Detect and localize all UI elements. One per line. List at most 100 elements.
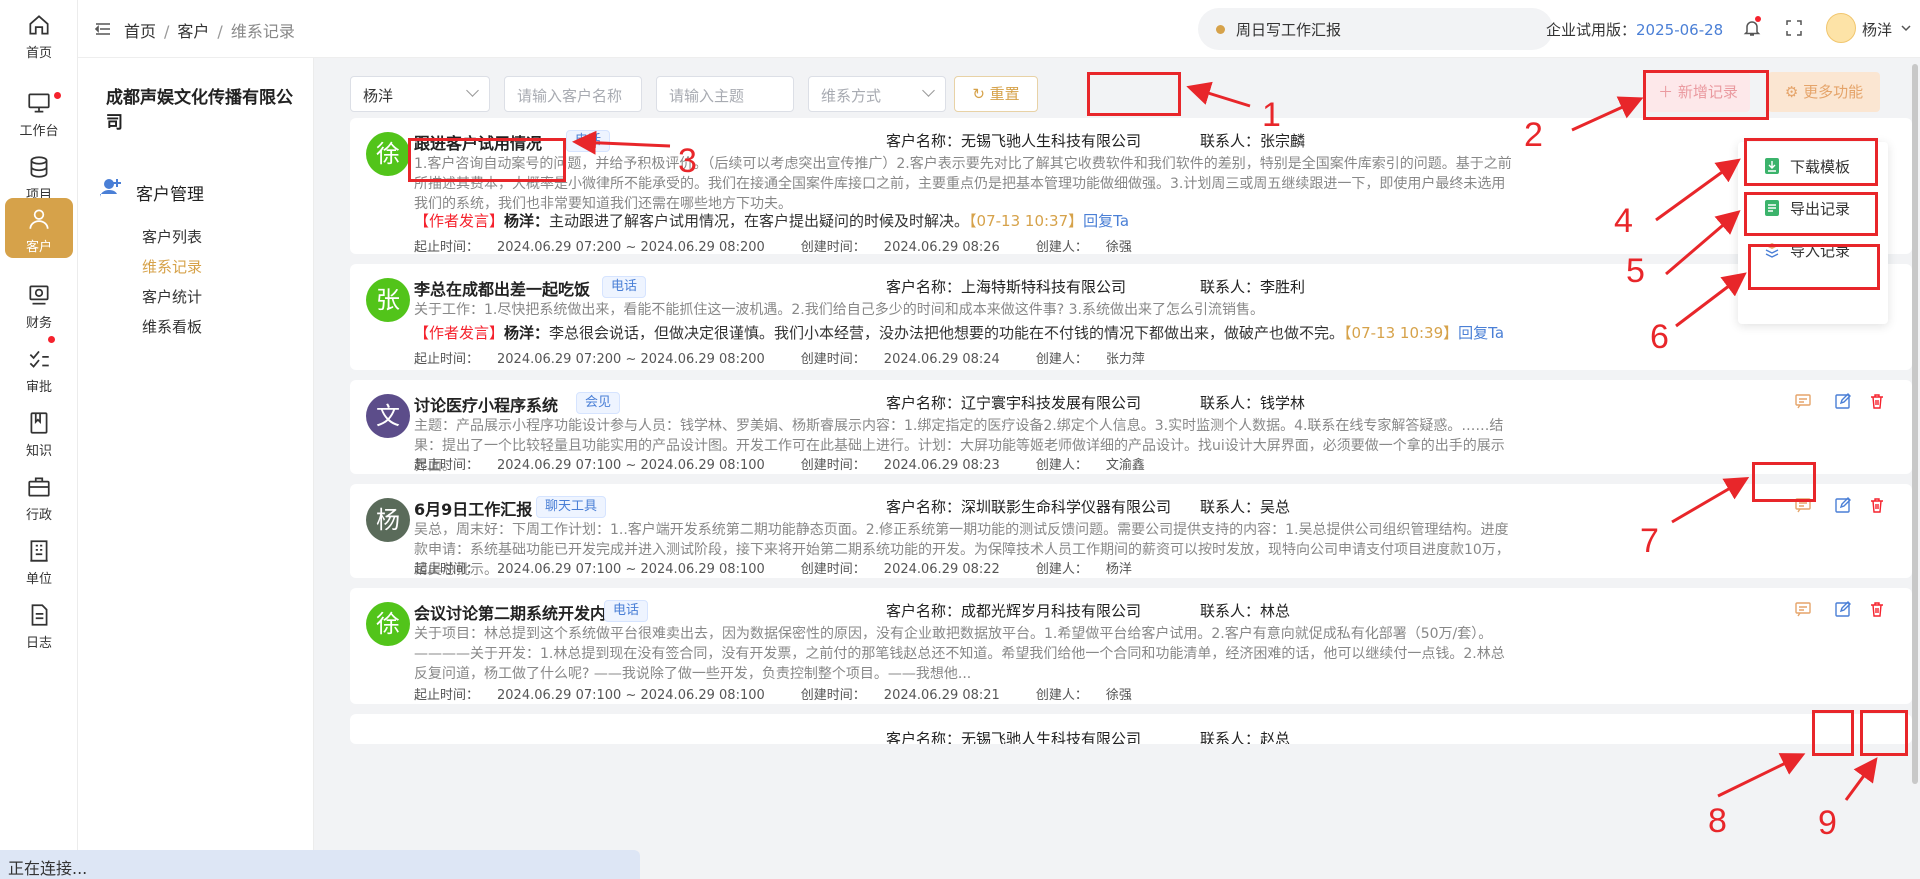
contact-label: 联系人： [1200,730,1261,744]
comment-icon[interactable] [1794,600,1812,618]
record-title[interactable]: 讨论医疗小程序系统 [414,392,558,416]
created-label: 创建时间： [800,562,866,577]
comment-icon[interactable] [1794,392,1812,410]
chevron-down-icon[interactable] [1900,22,1912,34]
section-title[interactable]: 客户管理 [136,180,204,205]
owner-select[interactable]: 杨洋 [350,76,490,112]
record-card[interactable]: 客户名称：无锡飞驰人生科技有限公司 联系人：赵总 [350,714,1912,744]
contact-person: 联系人：钱学林 [1200,392,1305,413]
app-nav-rail: 首页 工作台 项目 客户 财务 审批 知识 行政 单位 日志 [0,0,78,879]
record-card[interactable]: 徐 会议讨论第二期系统开发内容 电话 客户名称：成都光辉岁月科技有限公司 联系人… [350,588,1912,704]
creator: 创建人： 徐强 [1036,688,1150,703]
rail-item-customer[interactable]: 客户 [5,198,73,258]
rail-label: 财务 [25,316,52,331]
annotation-box-delete [1860,710,1908,756]
reply-link[interactable]: 回复Ta [1083,212,1129,230]
rail-label: 客户 [25,240,52,255]
customer-name-input[interactable]: 请输入客户名称 [504,76,642,112]
record-title[interactable]: 李总在成都出差一起吃饭 [414,276,590,300]
user-name[interactable]: 杨洋 [1862,19,1892,40]
edit-icon[interactable] [1834,392,1852,410]
bell-icon[interactable] [1742,16,1762,38]
rail-item-approval[interactable]: 审批 [0,334,78,406]
breadcrumb-current: 维系记录 [230,22,295,41]
side-item-maintenance-records[interactable]: 维系记录 [142,256,202,277]
side-item-maintenance-board[interactable]: 维系看板 [142,316,202,337]
created: 创建时间： 2024.06.29 08:22 [801,562,1018,577]
refresh-icon: ↻ [972,85,990,103]
method-placeholder: 维系方式 [821,87,882,105]
period-value: 2024.06.29 07:200 ~ 2024.06.29 08:200 [497,352,765,367]
period: 起止时间： 2024.06.29 07:100 ~ 2024.06.29 08:1… [414,458,783,473]
chevron-down-icon [922,84,935,97]
document-icon [26,602,52,628]
contact-value: 李胜利 [1260,278,1306,296]
rail-item-home[interactable]: 首页 [0,0,78,72]
scrollbar[interactable] [1910,58,1920,818]
record-meta: 起止时间： 2024.06.29 07:100 ~ 2024.06.29 08:1… [414,558,1168,577]
contact-label: 联系人： [1200,602,1261,620]
method-select[interactable]: 维系方式 [808,76,946,112]
period: 起止时间： 2024.06.29 07:100 ~ 2024.06.29 08:1… [414,688,783,703]
delete-icon[interactable] [1868,392,1886,410]
customer-name: 客户名称：上海特斯特科技有限公司 [886,276,1126,297]
annotation-label-5: 5 [1626,252,1645,290]
record-card[interactable]: 文 讨论医疗小程序系统 会见 客户名称：辽宁寰宇科技发展有限公司 联系人：钱学林… [350,380,1912,474]
rail-item-workbench[interactable]: 工作台 [0,78,78,150]
notice-bar[interactable]: 周日写工作汇报 [1198,8,1553,50]
creator: 创建人： 徐强 [1036,240,1150,255]
fullscreen-icon[interactable] [1784,18,1804,38]
breadcrumb-customer[interactable]: 客户 [177,22,209,41]
rail-item-admin[interactable]: 行政 [0,462,78,534]
rail-item-finance[interactable]: 财务 [0,270,78,342]
chevron-down-icon [466,84,479,97]
side-item-customer-list[interactable]: 客户列表 [142,226,202,247]
remark-time: 【07-13 10:37】 [969,212,1084,230]
avatar: 张 [366,278,410,322]
notice-text: 周日写工作汇报 [1236,21,1342,39]
author-tag: 【作者发言】 [414,212,505,230]
rail-label: 行政 [25,508,52,523]
creator-label: 创建人： [1035,352,1088,367]
period-label: 起止时间： [414,688,480,703]
creator: 创建人： 文渝鑫 [1036,458,1163,473]
edit-icon[interactable] [1834,600,1852,618]
created-label: 创建时间： [800,352,866,367]
side-item-customer-stats[interactable]: 客户统计 [142,286,202,307]
annotation-label-7: 7 [1640,522,1659,560]
breadcrumb-home[interactable]: 首页 [124,22,156,41]
rail-item-log[interactable]: 日志 [0,590,78,662]
period-label: 起止时间： [414,458,480,473]
delete-icon[interactable] [1868,600,1886,618]
user-avatar[interactable] [1826,13,1856,43]
reply-link[interactable]: 回复Ta [1458,324,1504,342]
record-title[interactable]: 会议讨论第二期系统开发内容 [414,600,622,624]
creator-value: 徐强 [1105,240,1132,255]
period-label: 起止时间： [414,240,480,255]
remark-text: 主动跟进了解客户试用情况，在客户提出疑问的时候及时解决。 [549,212,970,230]
scrollbar-thumb[interactable] [1912,64,1918,784]
remark-user: 杨洋： [504,212,550,230]
record-card[interactable]: 徐 跟进客户试用情况 电话 客户名称：无锡飞驰人生科技有限公司 联系人：张宗麟 … [350,118,1912,255]
creator-label: 创建人： [1035,458,1088,473]
created: 创建时间： 2024.06.29 08:26 [801,240,1018,255]
more-functions-button[interactable]: ⚙ 更多功能 [1768,72,1880,112]
rail-item-knowledge[interactable]: 知识 [0,398,78,470]
record-card[interactable]: 张 李总在成都出差一起吃饭 电话 客户名称：上海特斯特科技有限公司 联系人：李胜… [350,264,1912,370]
more-functions-label: 更多功能 [1803,83,1864,101]
notification-dot [48,336,55,343]
record-card[interactable]: 杨 6月9日工作汇报 聊天工具 客户名称：深圳联影生命科学仪器有限公司 联系人：… [350,484,1912,578]
menu-toggle-icon[interactable] [94,20,112,38]
reset-button[interactable]: ↻ 重置 [954,76,1038,112]
card-actions [1794,392,1894,412]
customer-value: 深圳联影生命科学仪器有限公司 [961,498,1172,516]
top-bar: 首页 / 客户 / 维系记录 周日写工作汇报 企业试用版：2025-06-28 杨洋 [78,0,1920,58]
subject-input[interactable]: 请输入主题 [656,76,794,112]
rail-item-unit[interactable]: 单位 [0,526,78,598]
record-title[interactable]: 6月9日工作汇报 [414,496,532,520]
period-label: 起止时间： [414,352,480,367]
contact-person: 联系人：吴总 [1200,496,1290,517]
delete-icon[interactable] [1868,496,1886,514]
edit-icon[interactable] [1834,496,1852,514]
record-meta: 起止时间： 2024.06.29 07:200 ~ 2024.06.29 08:2… [414,348,1181,367]
